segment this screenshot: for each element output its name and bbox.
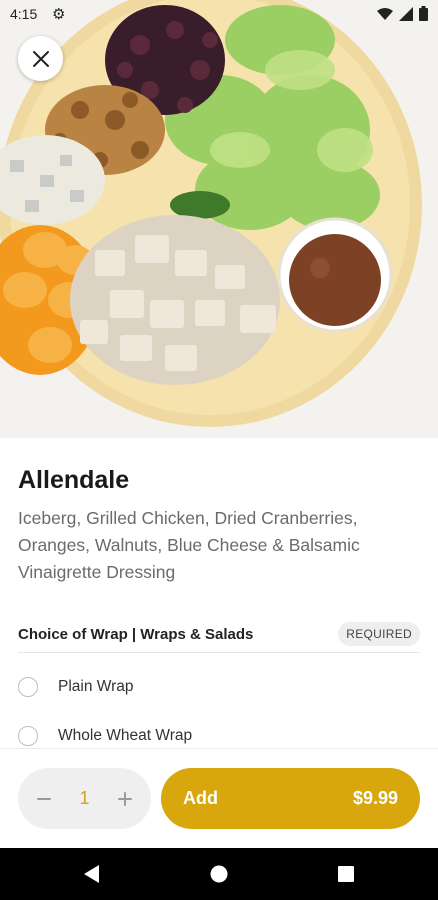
plus-icon — [118, 791, 132, 806]
decrement-button[interactable] — [22, 768, 66, 829]
add-to-cart-button[interactable]: Add $9.99 — [161, 768, 420, 829]
option-plain-wrap[interactable]: Plain Wrap — [18, 674, 418, 704]
increment-button[interactable] — [103, 768, 147, 829]
close-icon — [32, 50, 49, 67]
close-button[interactable] — [18, 36, 63, 81]
modifier-group-title: Choice of Wrap | Wraps & Salads — [18, 626, 254, 643]
add-label: Add — [183, 788, 218, 808]
required-badge: REQUIRED — [338, 622, 420, 646]
status-icons — [377, 6, 428, 21]
nav-recents-button[interactable] — [334, 862, 358, 886]
recents-icon — [338, 866, 354, 882]
add-to-cart-bar: 1 Add $9.99 — [0, 748, 438, 849]
home-icon — [210, 865, 228, 883]
item-photo — [0, 0, 438, 438]
option-label: Plain Wrap — [58, 678, 134, 695]
option-label: Whole Wheat Wrap — [58, 727, 193, 744]
status-bar: 4:15 ⚙ — [0, 0, 438, 30]
add-price: $9.99 — [352, 788, 398, 808]
battery-icon — [419, 6, 428, 21]
wifi-icon — [377, 7, 393, 20]
quantity-stepper: 1 — [18, 768, 151, 829]
salad-wrap-image — [0, 0, 438, 438]
nav-home-button[interactable] — [207, 862, 231, 886]
item-description: Iceberg, Grilled Chicken, Dried Cranberr… — [18, 508, 360, 582]
status-time: 4:15 — [10, 6, 38, 22]
system-nav-bar — [0, 848, 438, 900]
item-name: Allendale — [18, 466, 130, 494]
signal-icon — [399, 6, 413, 21]
radio-button[interactable] — [18, 677, 38, 697]
nav-back-button[interactable] — [80, 862, 104, 886]
modifier-group-header: Choice of Wrap | Wraps & Salads REQUIRED — [18, 622, 420, 653]
minus-icon — [37, 797, 51, 800]
quantity-value: 1 — [79, 788, 90, 808]
radio-button[interactable] — [18, 726, 38, 746]
back-icon — [84, 865, 99, 883]
gear-icon: ⚙ — [52, 6, 66, 23]
